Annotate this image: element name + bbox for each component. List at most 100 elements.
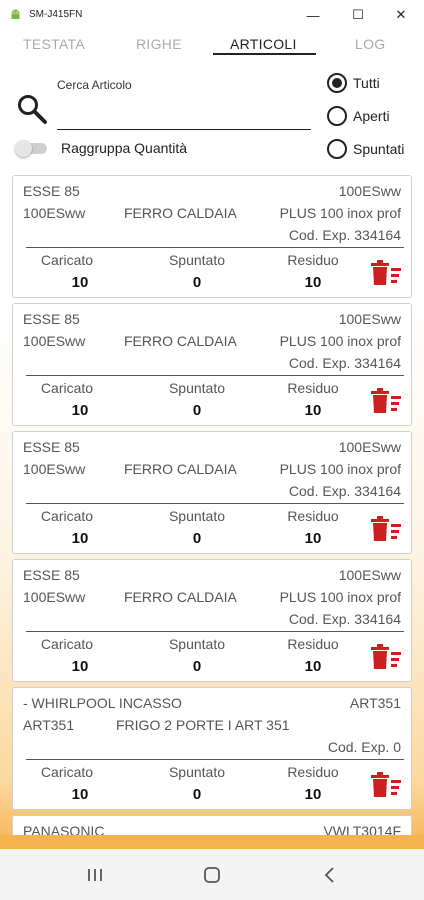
article-brand: ESSE 85 — [23, 183, 80, 199]
residual-label: Residuo — [287, 252, 339, 268]
residual-value: 10 — [304, 530, 322, 547]
delete-icon[interactable] — [371, 772, 403, 798]
residual-label: Residuo — [287, 636, 339, 652]
loaded-value: 10 — [71, 786, 89, 803]
article-exp-code: Cod. Exp. 334164 — [288, 611, 401, 627]
delete-icon[interactable] — [371, 388, 403, 414]
radio-label: Tutti — [353, 75, 380, 91]
article-exp-code: Cod. Exp. 334164 — [288, 483, 401, 499]
article-card[interactable]: ESSE 85 100ESww 100ESww FERRO CALDAIA PLUS 1… — [12, 303, 412, 426]
article-description: FERRO CALDAIA — [124, 205, 237, 221]
checked-label: Spuntato — [168, 508, 226, 524]
divider — [26, 247, 404, 248]
android-icon — [11, 9, 20, 19]
radio-unchecked-icon — [327, 106, 347, 126]
group-quantity-label: Raggruppa Quantità — [61, 140, 188, 156]
article-card[interactable]: ESSE 85 100ESww 100ESww FERRO CALDAIA PLUS 1… — [12, 431, 412, 554]
radio-tutti[interactable]: Tutti — [327, 73, 380, 93]
loaded-value: 10 — [71, 402, 89, 419]
article-code: ART351 — [23, 717, 75, 733]
checked-label: Spuntato — [168, 252, 226, 268]
article-brand: ESSE 85 — [23, 567, 80, 583]
article-card[interactable]: - WHIRLPOOL INCASSO ART351 ART351 FRIGO 2 P… — [12, 687, 412, 810]
maximize-button[interactable]: ☐ — [346, 4, 370, 26]
article-brand: PANASONIC — [23, 823, 105, 835]
checked-value: 0 — [192, 530, 202, 547]
accent-bar — [0, 835, 424, 849]
divider — [26, 503, 404, 504]
checked-value: 0 — [192, 658, 202, 675]
checked-label: Spuntato — [168, 764, 226, 780]
article-card[interactable]: ESSE 85 100ESww 100ESww FERRO CALDAIA PLUS 1… — [12, 559, 412, 682]
delete-icon[interactable] — [371, 260, 403, 286]
residual-label: Residuo — [287, 380, 339, 396]
article-description-2: PLUS 100 inox prof — [279, 333, 401, 349]
loaded-label: Caricato — [40, 508, 94, 524]
article-code-right: 100ESww — [338, 439, 401, 455]
article-code: 100ESww — [23, 461, 86, 477]
back-icon[interactable] — [318, 863, 342, 887]
divider — [26, 631, 404, 632]
radio-checked-icon — [327, 73, 347, 93]
article-description: FERRO CALDAIA — [124, 461, 237, 477]
radio-label: Spuntati — [353, 141, 405, 157]
loaded-label: Caricato — [40, 764, 94, 780]
radio-spuntati[interactable]: Spuntati — [327, 139, 404, 159]
article-code: 100ESww — [23, 333, 86, 349]
residual-value: 10 — [304, 402, 322, 419]
home-icon[interactable] — [200, 863, 224, 887]
loaded-value: 10 — [71, 274, 89, 291]
loaded-value: 10 — [71, 658, 89, 675]
divider — [26, 759, 404, 760]
article-card[interactable]: PANASONICVWLT3014FCaricatoSpuntatoResidu… — [12, 815, 412, 835]
delete-icon[interactable] — [371, 644, 403, 670]
article-code: 100ESww — [23, 589, 86, 605]
article-description: FERRO CALDAIA — [124, 333, 237, 349]
article-code-right: 100ESww — [338, 311, 401, 327]
residual-label: Residuo — [287, 508, 339, 524]
delete-icon[interactable] — [371, 516, 403, 542]
search-label: Cerca Articolo — [57, 78, 132, 92]
article-code-right: 100ESww — [338, 567, 401, 583]
loaded-label: Caricato — [40, 380, 94, 396]
checked-value: 0 — [192, 402, 202, 419]
article-description: FRIGO 2 PORTE I ART 351 — [116, 717, 290, 733]
tab-log[interactable]: LOG — [355, 36, 385, 52]
article-brand: - WHIRLPOOL INCASSO — [23, 695, 182, 711]
article-code-right: 100ESww — [338, 183, 401, 199]
residual-value: 10 — [304, 786, 322, 803]
residual-label: Residuo — [287, 764, 339, 780]
residual-value: 10 — [304, 274, 322, 291]
checked-label: Spuntato — [168, 636, 226, 652]
active-tab-indicator — [213, 53, 316, 55]
radio-unchecked-icon — [327, 139, 347, 159]
article-exp-code: Cod. Exp. 334164 — [288, 227, 401, 243]
article-brand: ESSE 85 — [23, 439, 80, 455]
minimize-button[interactable]: — — [301, 4, 325, 26]
tab-articoli[interactable]: ARTICOLI — [230, 36, 297, 52]
checked-value: 0 — [192, 274, 202, 291]
residual-value: 10 — [304, 658, 322, 675]
close-button[interactable]: ✕ — [389, 4, 413, 26]
recent-apps-icon[interactable] — [83, 863, 107, 887]
article-list[interactable]: ESSE 85 100ESww 100ESww FERRO CALDAIA PLUS 1… — [12, 175, 414, 835]
radio-aperti[interactable]: Aperti — [327, 106, 390, 126]
tab-testata[interactable]: TESTATA — [23, 36, 85, 52]
article-description-2: PLUS 100 inox prof — [279, 589, 401, 605]
article-code-right: VWLT3014F — [323, 823, 401, 835]
search-input[interactable] — [57, 98, 311, 130]
loaded-value: 10 — [71, 530, 89, 547]
checked-value: 0 — [192, 786, 202, 803]
divider — [26, 375, 404, 376]
title-bar: SM-J415FN — ☐ ✕ — [0, 0, 424, 30]
article-card[interactable]: ESSE 85 100ESww 100ESww FERRO CALDAIA PLUS 1… — [12, 175, 412, 298]
group-quantity-toggle[interactable] — [15, 140, 49, 157]
window-title: SM-J415FN — [29, 9, 83, 20]
search-icon[interactable] — [16, 93, 48, 125]
article-description: FERRO CALDAIA — [124, 589, 237, 605]
article-exp-code: Cod. Exp. 0 — [327, 739, 401, 755]
tab-righe[interactable]: RIGHE — [136, 36, 182, 52]
tab-bar: TESTATA RIGHE ARTICOLI LOG — [0, 30, 424, 58]
loaded-label: Caricato — [40, 252, 94, 268]
radio-label: Aperti — [353, 108, 390, 124]
